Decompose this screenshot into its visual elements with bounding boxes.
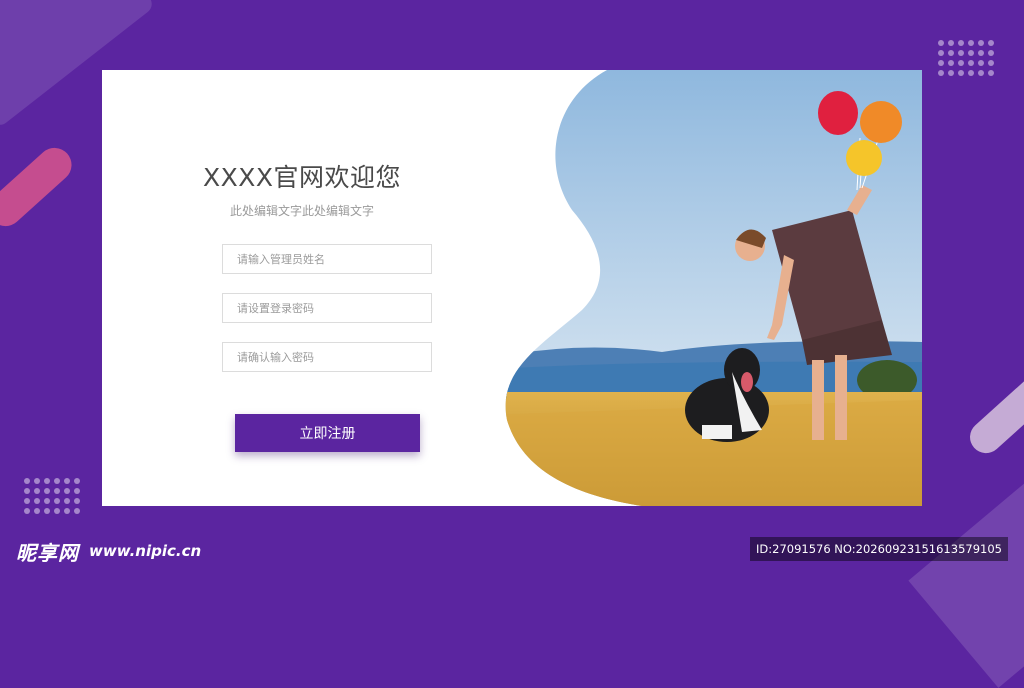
- confirm-password-input[interactable]: [222, 342, 432, 372]
- watermark-id: ID:27091576 NO:20260923151613579105: [750, 537, 1008, 561]
- decor-dots-top-right: [938, 40, 994, 76]
- decor-pill-left: [0, 140, 79, 234]
- decor-stripe-bottom-right: [908, 452, 1024, 688]
- page-subtitle: 此处编辑文字此处编辑文字: [229, 204, 374, 218]
- page-title: XXXX官网欢迎您: [202, 163, 401, 192]
- decor-dots-bottom-left: [24, 478, 80, 514]
- watermark-logo-text: 昵享网: [16, 540, 79, 565]
- hero-photo: [505, 70, 922, 506]
- password-input[interactable]: [222, 293, 432, 323]
- decor-pill-right: [963, 362, 1024, 460]
- watermark-logo: 昵享网 www.nipic.cn: [16, 536, 201, 566]
- watermark-url: www.nipic.cn: [89, 542, 202, 560]
- register-card: XXXX官网欢迎您 此处编辑文字此处编辑文字 立即注册: [102, 70, 922, 506]
- username-input[interactable]: [222, 244, 432, 274]
- register-button[interactable]: 立即注册: [235, 414, 420, 452]
